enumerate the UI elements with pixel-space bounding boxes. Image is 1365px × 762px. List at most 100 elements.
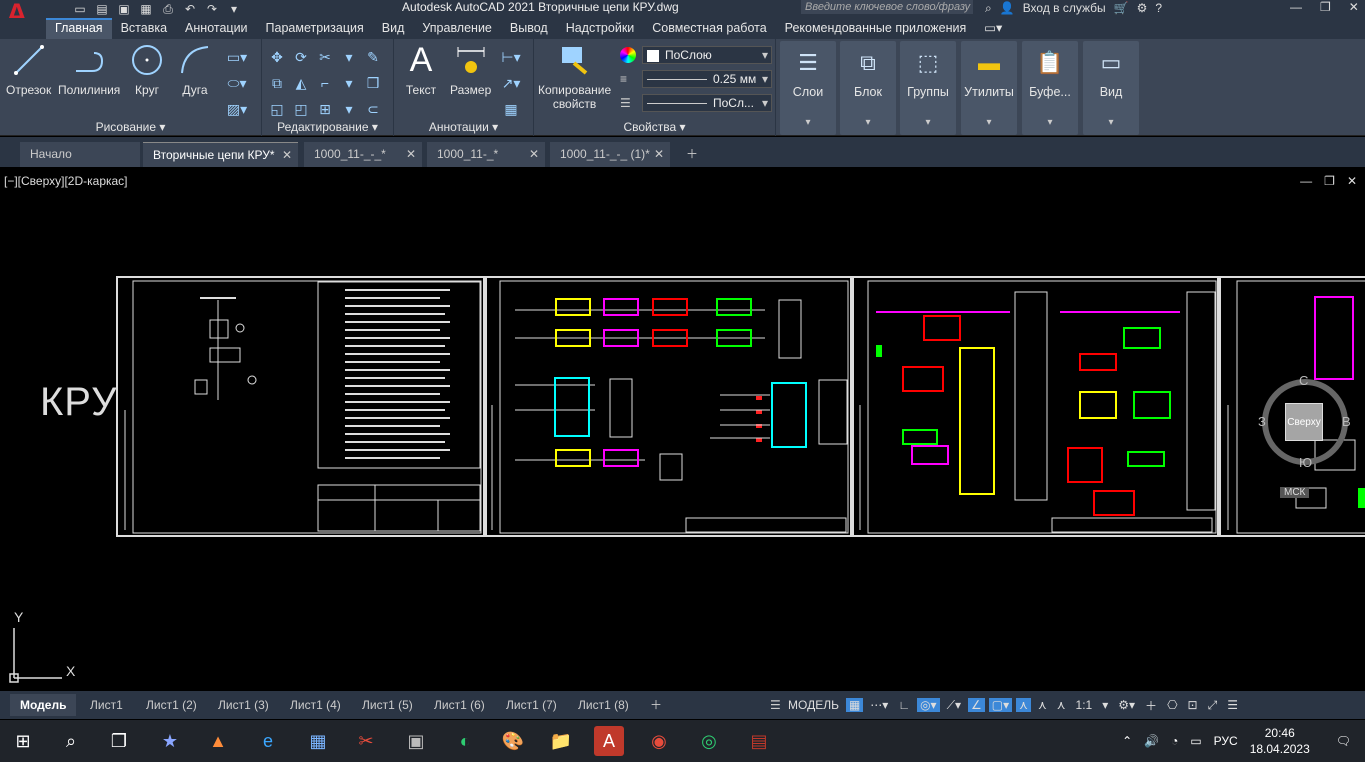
search-icon[interactable]: ⌕ xyxy=(985,1,992,16)
tab-model[interactable]: Модель xyxy=(10,694,77,716)
new-tab-button[interactable]: ＋ xyxy=(676,142,706,167)
match-properties-tool[interactable]: Копирование свойств xyxy=(538,43,611,111)
app-store-icon[interactable]: ⚙ xyxy=(1137,1,1148,15)
tab-insert[interactable]: Вставка xyxy=(112,18,176,39)
user-icon[interactable]: 👤 xyxy=(1000,1,1015,15)
panel-modify-label[interactable]: Редактирование ▾ xyxy=(262,120,393,134)
doctab-file-3[interactable]: 1000_11-_* ✕ xyxy=(427,142,545,167)
lineweight-select[interactable]: 0.25 мм xyxy=(642,70,772,88)
dropdown-icon[interactable]: ▾ xyxy=(338,71,360,95)
polar-icon[interactable]: ◎▾ xyxy=(917,698,940,712)
doctab-file-4[interactable]: 1000_11-_-_ (1)* ✕ xyxy=(550,142,670,167)
ucs-menu[interactable]: МСК xyxy=(1280,487,1310,498)
drawing-viewport[interactable]: [−][Сверху][2D-каркас] — ❐ ✕ КРУ Y X Све… xyxy=(0,170,1365,690)
view-button[interactable]: ▭ Вид ▾ xyxy=(1083,41,1139,135)
doctab-start[interactable]: Начало xyxy=(20,142,140,167)
ribbon-toggle-icon[interactable]: ▭▾ xyxy=(975,18,1011,39)
whatsapp-icon[interactable]: ◎ xyxy=(696,728,722,754)
tab-addins[interactable]: Надстройки xyxy=(557,18,644,39)
leader-icon[interactable]: ↗▾ xyxy=(494,71,528,95)
annotation-visibility-icon[interactable]: ⋏ xyxy=(1016,698,1031,712)
print-icon[interactable]: ⎙ xyxy=(160,2,176,16)
grid-icon[interactable]: ▦ xyxy=(845,698,864,712)
maximize-icon[interactable]: ❐ xyxy=(1320,0,1331,16)
panel-draw-label[interactable]: Рисование ▾ xyxy=(0,120,261,134)
rectangle-icon[interactable]: ▭▾ xyxy=(220,45,254,69)
close-icon[interactable]: ✕ xyxy=(406,142,416,167)
add-layout-button[interactable]: ＋ xyxy=(640,694,672,716)
quick-properties-icon[interactable]: ⊡ xyxy=(1185,698,1201,712)
app-star-icon[interactable]: ★ xyxy=(157,728,183,754)
redo-icon[interactable]: ↷ xyxy=(204,2,220,16)
mirror-icon[interactable]: ◭ xyxy=(290,71,312,95)
battery-icon[interactable]: ▭ xyxy=(1190,734,1201,748)
file-explorer-icon[interactable]: 📁 xyxy=(548,728,574,754)
compass-north[interactable]: С xyxy=(1299,373,1308,388)
autoscale-icon[interactable]: ⋏ xyxy=(1035,698,1050,712)
autocad-taskbar-icon[interactable]: A xyxy=(594,726,624,756)
scale-icon[interactable]: ◰ xyxy=(290,97,312,121)
save-as-icon[interactable]: ▦ xyxy=(138,2,154,16)
doctab-kru[interactable]: Вторичные цепи КРУ* ✕ xyxy=(143,142,298,167)
utilities-button[interactable]: ▬ Утилиты ▾ xyxy=(961,41,1017,135)
doctab-file-2[interactable]: 1000_11-_-_* ✕ xyxy=(304,142,422,167)
annotation-scale-icon[interactable]: ⋏ xyxy=(1054,698,1069,712)
rotate-icon[interactable]: ⟳ xyxy=(290,45,312,69)
task-view-icon[interactable]: ❐ xyxy=(106,728,132,754)
dimension-tool[interactable]: Размер xyxy=(450,43,491,97)
scale-value[interactable]: 1:1 xyxy=(1073,698,1096,712)
text-tool[interactable]: A Текст xyxy=(404,41,438,98)
chrome-icon[interactable]: ◉ xyxy=(646,728,672,754)
menu-icon[interactable]: ☰ xyxy=(1224,698,1241,712)
save-icon[interactable]: ▣ xyxy=(116,2,132,16)
close-icon[interactable]: ✕ xyxy=(1349,0,1359,16)
tray-expand-icon[interactable]: ⌃ xyxy=(1122,734,1132,748)
search-icon[interactable]: ⌕ xyxy=(58,728,84,754)
model-space-toggle[interactable]: МОДЕЛЬ xyxy=(785,698,842,712)
layers-button[interactable]: ☰ Слои ▾ xyxy=(780,41,836,135)
osnap-icon[interactable]: ▢▾ xyxy=(988,698,1013,712)
snipping-tool-icon[interactable]: ✂ xyxy=(353,728,379,754)
tab-annotate[interactable]: Аннотации xyxy=(176,18,256,39)
photo-app-icon[interactable]: ▣ xyxy=(403,728,429,754)
snap-icon[interactable]: ⋯▾ xyxy=(867,698,891,712)
ellipse-icon[interactable]: ⬭▾ xyxy=(220,71,254,95)
search-input[interactable]: Введите ключевое слово/фразу xyxy=(801,0,973,14)
linear-dimension-icon[interactable]: ⊢▾ xyxy=(494,45,528,69)
block-button[interactable]: ⧉ Блок ▾ xyxy=(840,41,896,135)
panel-properties-label[interactable]: Свойства ▾ xyxy=(534,120,775,134)
compass-south[interactable]: Ю xyxy=(1299,455,1312,470)
explode-icon[interactable]: ❒ xyxy=(362,71,384,95)
cart-icon[interactable]: 🛒 xyxy=(1114,1,1129,15)
line-tool[interactable]: Отрезок xyxy=(6,43,51,97)
edge-icon[interactable]: ◐ xyxy=(452,728,478,754)
osnap-tracking-icon[interactable]: ∠ xyxy=(968,698,985,712)
wifi-icon[interactable]: ◔ xyxy=(1171,734,1178,748)
plus-icon[interactable]: ＋ xyxy=(1142,697,1160,714)
undo-icon[interactable]: ↶ xyxy=(182,2,198,16)
volume-icon[interactable]: 🔊 xyxy=(1144,734,1159,748)
new-file-icon[interactable]: ▭ xyxy=(72,2,88,16)
language-indicator[interactable]: РУС xyxy=(1214,734,1238,748)
clipboard-button[interactable]: 📋 Буфе... ▾ xyxy=(1022,41,1078,135)
tab-sheet1-4[interactable]: Лист1 (4) xyxy=(280,694,351,716)
ie-icon[interactable]: e xyxy=(255,728,281,754)
scale-dropdown-icon[interactable]: ▾ xyxy=(1099,698,1111,712)
hatch-icon[interactable]: ▨▾ xyxy=(220,97,254,121)
close-icon[interactable]: ✕ xyxy=(529,142,539,167)
polyline-tool[interactable]: Полилиния xyxy=(58,43,120,97)
array-icon[interactable]: ⊞ xyxy=(314,97,336,121)
move-icon[interactable]: ✥ xyxy=(266,45,288,69)
linetype-select[interactable]: ПоСл... xyxy=(642,94,772,112)
tab-home[interactable]: Главная xyxy=(46,18,112,39)
fullscreen-icon[interactable]: ⤢ xyxy=(1205,698,1221,713)
table-icon[interactable]: ▦ xyxy=(494,97,528,121)
help-icon[interactable]: ? xyxy=(1155,1,1162,15)
compass-west[interactable]: З xyxy=(1258,414,1266,429)
settings-icon[interactable]: ⚙▾ xyxy=(1115,698,1138,712)
windows-start-icon[interactable]: ⊞ xyxy=(10,728,36,754)
compass-east[interactable]: В xyxy=(1342,414,1351,429)
offset-icon[interactable]: ⊂ xyxy=(362,97,384,121)
tab-featured-apps[interactable]: Рекомендованные приложения xyxy=(776,18,976,39)
notifications-icon[interactable]: 🗨 xyxy=(1336,734,1351,748)
